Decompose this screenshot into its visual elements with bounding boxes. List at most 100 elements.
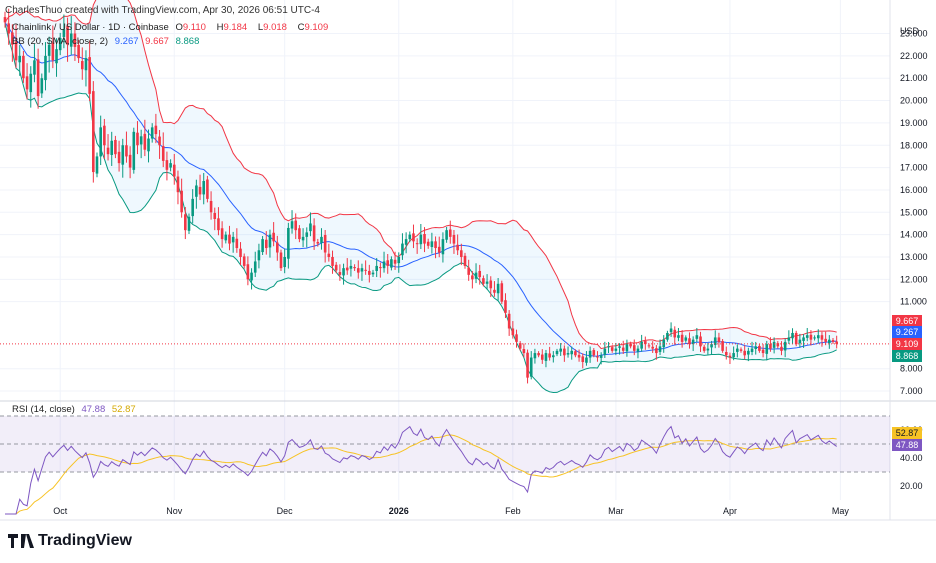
candle-body	[239, 248, 242, 257]
candle-body	[640, 341, 643, 349]
candle-body	[356, 268, 360, 273]
price-tick: 13.000	[900, 252, 928, 262]
candle-body	[18, 55, 22, 63]
candle-body	[787, 337, 791, 341]
candle-body	[493, 289, 496, 293]
bb-basis-value: 9.267	[114, 36, 139, 47]
price-tick: 22.000	[900, 51, 928, 61]
candle-body	[736, 348, 739, 352]
chart-canvas[interactable]: 23.00022.00021.00020.00019.00018.00017.0…	[0, 0, 936, 563]
candle-body	[268, 234, 272, 248]
logo-text: TradingView	[38, 532, 132, 549]
candle-body	[647, 345, 651, 347]
candle-body	[794, 332, 798, 345]
candle-body	[585, 357, 588, 363]
candle-body	[699, 336, 702, 347]
candle-body	[489, 280, 493, 289]
candle-body	[242, 256, 246, 266]
candle-body	[103, 125, 106, 146]
candle-body	[721, 341, 724, 351]
price-tick: 18.000	[900, 140, 928, 150]
chart-root: 23.000 22.000 21.000 20.000 19.000 18.000 17.0…	[0, 0, 936, 563]
candle-body	[106, 147, 110, 155]
candle-body	[533, 353, 537, 359]
candle-body	[198, 186, 202, 195]
candle-body	[426, 241, 430, 246]
time-tick: 2026	[389, 506, 409, 516]
candle-body	[246, 264, 250, 280]
candle-body	[471, 275, 474, 280]
candle-body	[816, 335, 820, 339]
candle-body	[485, 281, 489, 284]
candle-body	[209, 200, 213, 213]
candle-body	[537, 353, 540, 356]
candle-body	[235, 238, 239, 249]
time-tick: Feb	[505, 506, 521, 516]
candle-body	[802, 337, 805, 341]
symbol-legend[interactable]: Chainlink / US Dollar · 1D · Coinbase O9…	[12, 22, 336, 33]
candle-body	[139, 136, 143, 145]
open-value: 9.110	[182, 22, 206, 33]
candle-body	[680, 334, 684, 342]
candle-body	[684, 337, 688, 341]
candle-body	[353, 267, 356, 269]
candle-body	[294, 220, 298, 231]
rsi-label: 47.88	[896, 440, 919, 450]
candle-body	[231, 236, 235, 243]
candle-body	[143, 133, 147, 150]
candle-body	[828, 339, 831, 344]
candle-body	[702, 346, 706, 351]
rsi-ma-value: 52.87	[111, 404, 136, 415]
candle-body	[780, 346, 783, 351]
candle-body	[625, 344, 629, 352]
candle-body	[574, 351, 577, 356]
candle-body	[430, 241, 434, 248]
candle-body	[515, 334, 518, 342]
price-tick: 7.000	[900, 386, 923, 396]
time-tick: Apr	[723, 506, 737, 516]
candle-body	[577, 354, 581, 358]
candle-body	[331, 256, 334, 266]
candle-body	[316, 241, 320, 244]
candle-body	[688, 338, 691, 345]
bb-fill	[5, 0, 837, 393]
candle-body	[88, 57, 91, 94]
bb-upper-value: 9.667	[145, 36, 169, 47]
candle-body	[172, 164, 176, 177]
candle-body	[415, 243, 419, 245]
candle-body	[298, 228, 301, 240]
price-label: 9.267	[896, 327, 919, 337]
candle-body	[327, 253, 331, 257]
rsi-label: RSI (14, close)	[12, 404, 75, 415]
candle-body	[276, 242, 279, 253]
candle-body	[176, 176, 180, 193]
currency-label[interactable]: USD	[900, 26, 919, 36]
candle-body	[603, 348, 607, 355]
candle-body	[125, 145, 128, 157]
candle-body	[478, 270, 482, 278]
candle-body	[161, 146, 165, 161]
bb-lower-value: 8.868	[175, 36, 200, 47]
tv-logo-icon	[8, 534, 34, 548]
candle-body	[463, 255, 467, 266]
candle-body	[824, 338, 827, 342]
candle-body	[80, 61, 84, 70]
rsi-legend[interactable]: RSI (14, close) 47.88 52.87	[12, 404, 140, 415]
candle-body	[228, 234, 231, 244]
tradingview-logo[interactable]: TradingView	[8, 532, 132, 550]
candle-body	[566, 353, 570, 355]
price-tick: 21.000	[900, 73, 928, 83]
candle-body	[677, 335, 680, 338]
candle-body	[474, 272, 478, 279]
time-tick: May	[832, 506, 850, 516]
candle-body	[482, 278, 485, 284]
candle-body	[29, 73, 33, 93]
candle-body	[500, 283, 504, 302]
bb-legend[interactable]: BB (20, SMA, close, 2) 9.267 9.667 8.868	[12, 36, 203, 47]
candle-body	[570, 350, 574, 355]
candle-body	[323, 235, 327, 253]
candle-body	[253, 261, 257, 273]
candle-body	[386, 260, 390, 266]
candle-body	[511, 328, 515, 336]
candle-body	[393, 259, 397, 264]
